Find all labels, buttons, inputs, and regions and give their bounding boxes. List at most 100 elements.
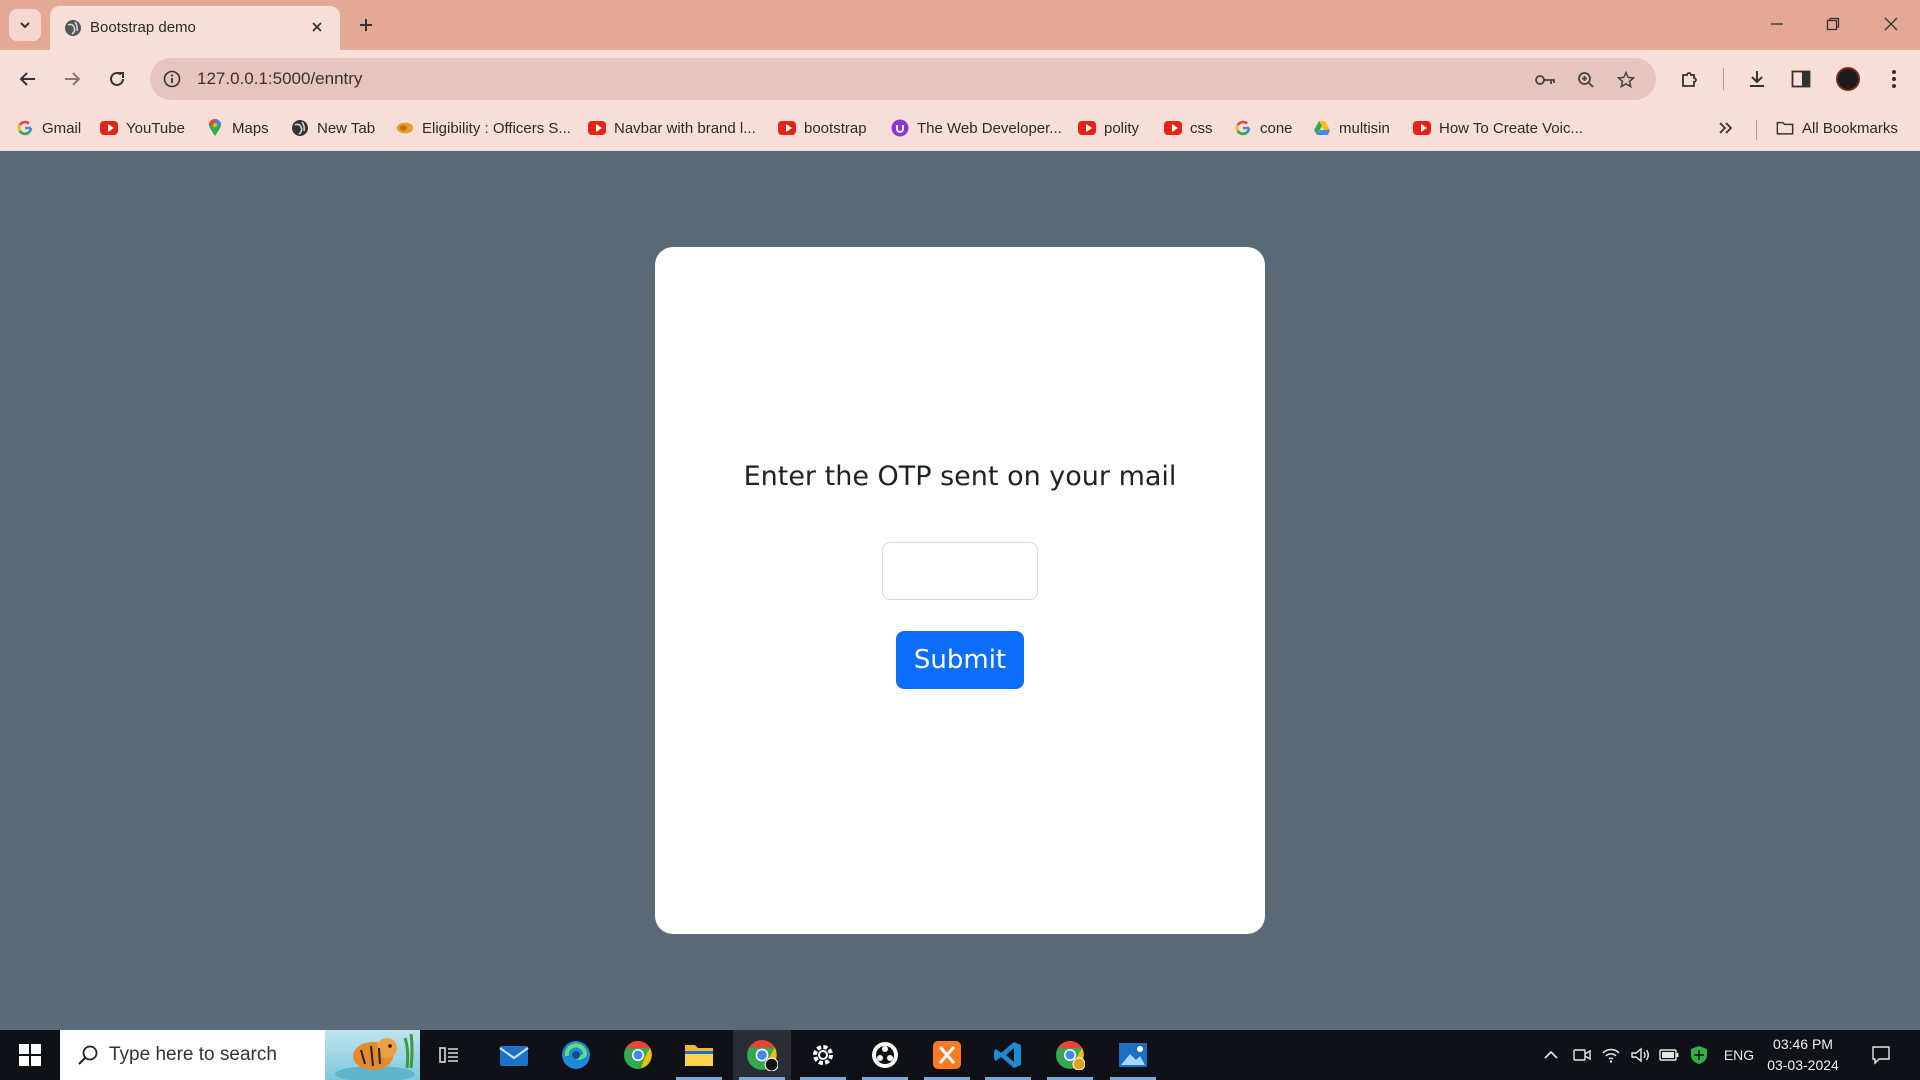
zoom-button[interactable] — [1573, 67, 1599, 93]
close-icon — [1884, 17, 1898, 31]
restore-button[interactable] — [1810, 6, 1856, 42]
bookmark-label: The Web Developer... — [917, 119, 1062, 137]
language-button[interactable]: ENG — [1720, 1043, 1758, 1067]
language-label: ENG — [1723, 1047, 1755, 1063]
wifi-icon — [1602, 1048, 1620, 1063]
password-key-button[interactable] — [1533, 67, 1559, 93]
emblem-icon — [396, 119, 414, 137]
folder-icon — [685, 1045, 713, 1066]
xampp-app[interactable] — [918, 1030, 976, 1080]
edge-app[interactable] — [547, 1030, 605, 1080]
address-bar[interactable]: 127.0.0.1:5000/enntry — [150, 58, 1656, 100]
bookmark-cone[interactable]: cone — [1234, 115, 1293, 141]
task-view-button[interactable] — [420, 1030, 478, 1080]
close-window-button[interactable] — [1868, 6, 1914, 42]
folder-icon — [1776, 119, 1794, 137]
volume-button[interactable] — [1628, 1043, 1652, 1067]
bookmark-label: How To Create Voic... — [1439, 119, 1583, 137]
bookmark-new-tab[interactable]: New Tab — [291, 115, 375, 141]
youtube-icon — [588, 119, 606, 137]
windows-taskbar: Type here to search ENG 03:46 PM 03-03-2… — [0, 1030, 1920, 1080]
reload-button[interactable] — [101, 63, 133, 95]
taskbar-search-box[interactable]: Type here to search — [60, 1030, 420, 1080]
bookmark-css[interactable]: css — [1164, 115, 1213, 141]
zoom-in-icon — [1578, 72, 1594, 88]
tab-search-button[interactable] — [9, 9, 41, 41]
photos-app[interactable] — [1104, 1030, 1162, 1080]
key-icon — [1535, 75, 1555, 85]
obs-app[interactable] — [856, 1030, 914, 1080]
tab-strip: Bootstrap demo — [0, 0, 1920, 50]
bookmark-navbar[interactable]: Navbar with brand l... — [588, 115, 756, 141]
vscode-app[interactable] — [979, 1030, 1037, 1080]
address-url: 127.0.0.1:5000/enntry — [197, 69, 363, 88]
youtube-icon — [1413, 119, 1431, 137]
all-bookmarks-button[interactable]: All Bookmarks — [1776, 115, 1898, 141]
all-bookmarks-label: All Bookmarks — [1802, 119, 1898, 137]
minimize-button[interactable] — [1754, 6, 1800, 42]
taskbar-search-placeholder: Type here to search — [109, 1044, 277, 1065]
start-button[interactable] — [0, 1030, 60, 1080]
speaker-icon — [1631, 1047, 1649, 1063]
chrome-icon — [747, 1040, 778, 1071]
browser-tab[interactable]: Bootstrap demo — [50, 6, 340, 50]
otp-input[interactable] — [882, 542, 1038, 600]
extensions-button[interactable] — [1674, 63, 1706, 95]
show-hidden-icons-button[interactable] — [1539, 1043, 1563, 1067]
bookmark-star-button[interactable] — [1613, 67, 1639, 93]
mail-app[interactable] — [485, 1030, 543, 1080]
meet-now-button[interactable] — [1570, 1043, 1594, 1067]
side-panel-button[interactable] — [1785, 63, 1817, 95]
downloads-button[interactable] — [1741, 63, 1773, 95]
clock-date: 03-03-2024 — [1767, 1057, 1839, 1073]
submit-button[interactable]: Submit — [896, 631, 1024, 689]
bookmark-label: New Tab — [317, 119, 376, 137]
bookmark-create-voice[interactable]: How To Create Voic... — [1413, 115, 1583, 141]
camera-icon — [1573, 1049, 1591, 1061]
info-icon — [163, 70, 181, 88]
puzzle-icon — [1682, 72, 1697, 87]
network-button[interactable] — [1599, 1043, 1623, 1067]
profile-button[interactable] — [1832, 63, 1864, 95]
bookmark-bootstrap[interactable]: bootstrap — [778, 115, 867, 141]
bookmark-youtube[interactable]: YouTube — [100, 115, 185, 141]
bookmark-polity[interactable]: polity — [1078, 115, 1139, 141]
udemy-icon — [891, 119, 909, 137]
tab-close-button[interactable] — [306, 16, 328, 38]
bookmark-web-developer[interactable]: The Web Developer... — [891, 115, 1062, 141]
youtube-icon — [1078, 119, 1096, 137]
bookmark-multisin[interactable]: multisin — [1313, 115, 1390, 141]
bookmark-gmail[interactable]: Gmail — [16, 115, 81, 141]
chrome-icon — [1056, 1041, 1085, 1070]
back-arrow-icon — [19, 72, 35, 86]
bookmark-maps[interactable]: Maps — [206, 115, 269, 141]
kebab-menu-icon — [1892, 70, 1896, 88]
bookmark-label: Gmail — [42, 119, 82, 137]
bookmark-eligibility[interactable]: Eligibility : Officers S... — [396, 115, 571, 141]
plus-icon — [360, 19, 372, 31]
vscode-icon — [994, 1042, 1021, 1068]
taskbar-clock[interactable]: 03:46 PM 03-03-2024 — [1760, 1034, 1846, 1076]
mail-icon — [499, 1046, 529, 1066]
file-explorer-app[interactable] — [670, 1030, 728, 1080]
chrome-app[interactable] — [609, 1030, 667, 1080]
security-button[interactable] — [1687, 1043, 1711, 1067]
battery-icon — [1659, 1049, 1679, 1061]
chrome-second-profile-app[interactable] — [1041, 1030, 1099, 1080]
bookmark-label: bootstrap — [804, 119, 867, 137]
browser-menu-button[interactable] — [1878, 63, 1910, 95]
new-tab-button[interactable] — [352, 11, 380, 39]
site-info-button[interactable] — [160, 67, 184, 91]
forward-button[interactable] — [56, 63, 88, 95]
bookmark-label: polity — [1104, 119, 1140, 137]
back-button[interactable] — [12, 63, 44, 95]
photos-icon — [1119, 1043, 1147, 1067]
bookmark-label: Eligibility : Officers S... — [422, 119, 571, 137]
bookmark-label: multisin — [1339, 119, 1390, 137]
chrome-profile-app[interactable] — [733, 1030, 791, 1080]
battery-button[interactable] — [1657, 1043, 1681, 1067]
more-bookmarks-button[interactable] — [1718, 115, 1734, 141]
notifications-button[interactable] — [1866, 1043, 1896, 1067]
minimize-icon — [1771, 23, 1783, 25]
settings-app[interactable] — [794, 1030, 852, 1080]
